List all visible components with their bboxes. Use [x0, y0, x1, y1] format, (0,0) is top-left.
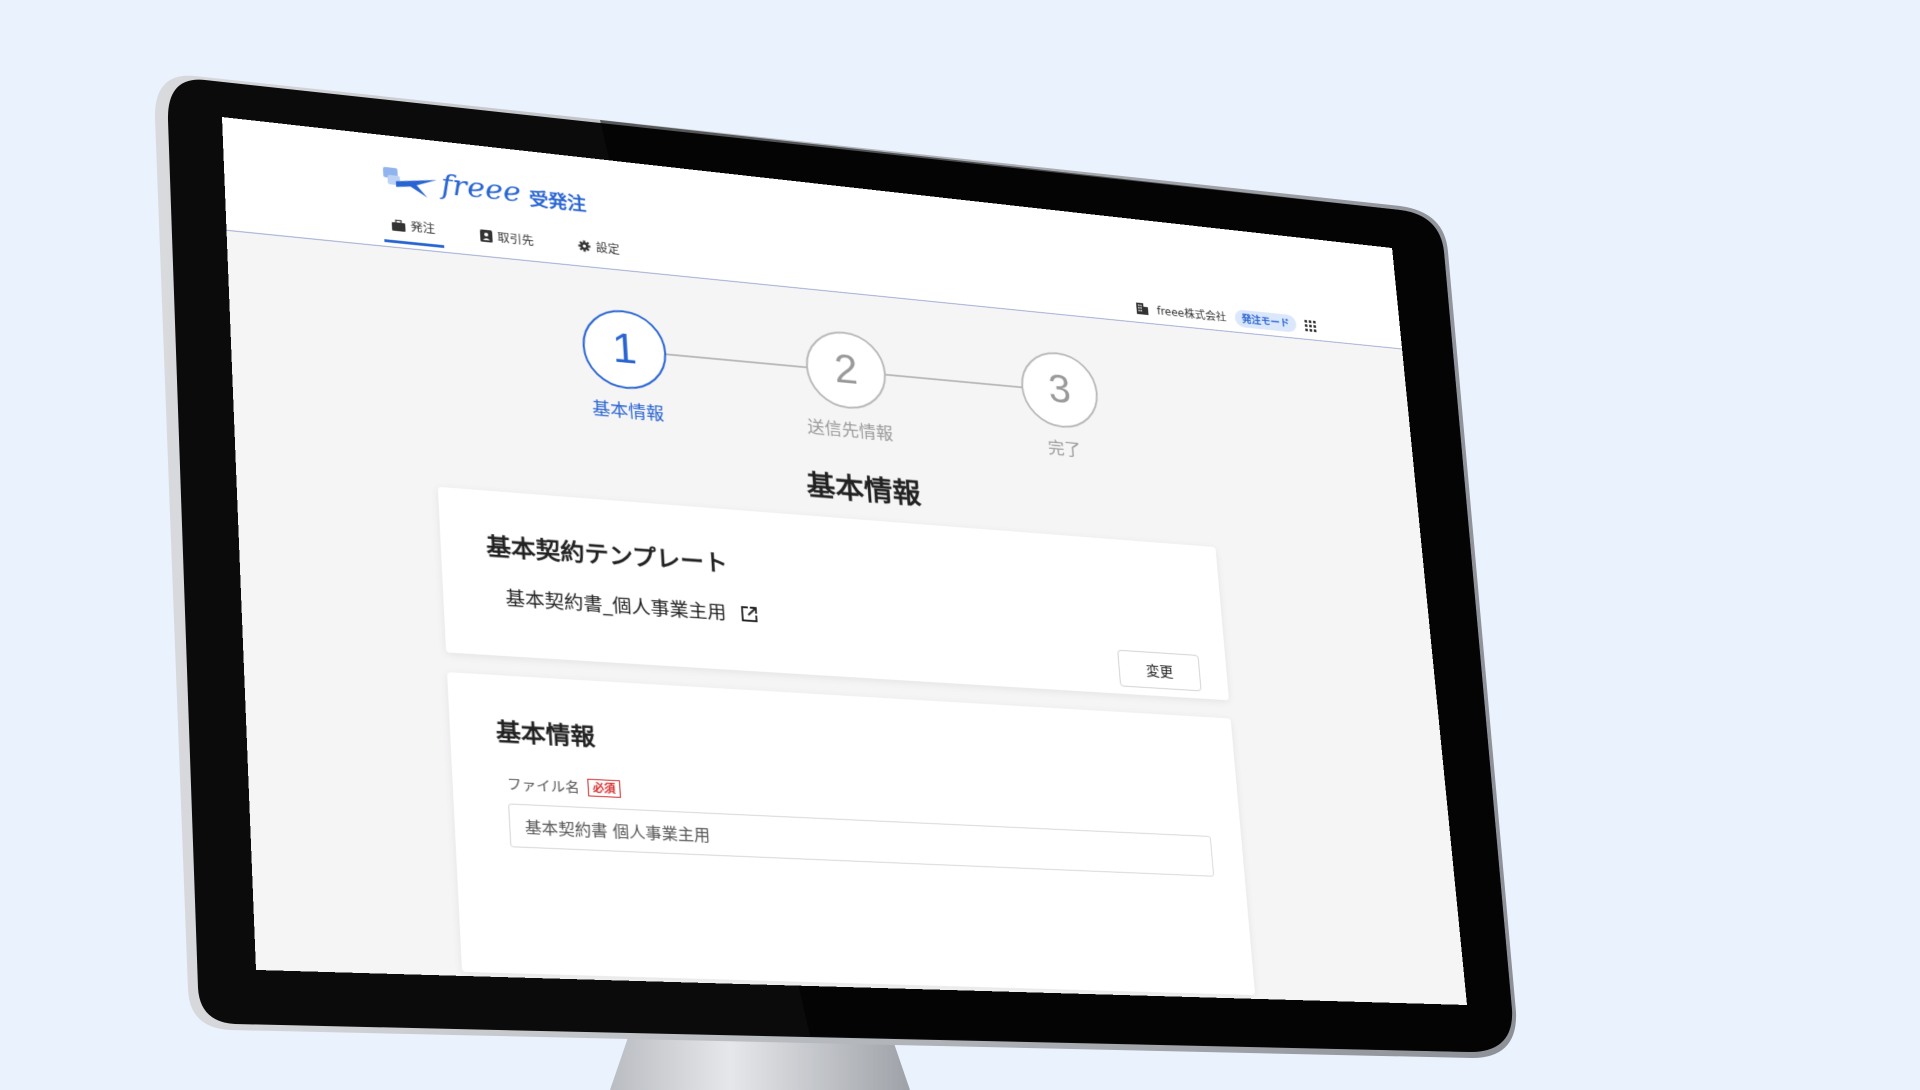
building-icon — [1135, 302, 1149, 315]
brand-name: freee — [440, 167, 522, 210]
mode-badge[interactable]: 発注モード — [1234, 309, 1298, 333]
step-connector — [883, 373, 1024, 389]
change-template-button[interactable]: 変更 — [1117, 649, 1202, 692]
nav-label: 発注 — [410, 220, 436, 236]
step-complete: 3 完了 — [1018, 348, 1103, 463]
template-name[interactable]: 基本契約書_個人事業主用 — [505, 584, 727, 625]
scene: freee 受発注 発注 取引先 設定 freee株式会社 発注モード 1 基本… — [0, 0, 1920, 1090]
step-connector — [662, 353, 809, 369]
main-nav: 発注 取引先 設定 — [383, 215, 628, 266]
basic-info-card-title: 基本情報 — [495, 718, 596, 751]
step-basic-info: 1 基本情報 — [580, 306, 670, 426]
step-number: 1 — [580, 306, 669, 393]
progress-stepper: 1 基本情報 2 送信先情報 3 完了 — [580, 306, 1102, 472]
freee-logo: freee 受発注 — [381, 161, 587, 217]
step-label: 基本情報 — [591, 398, 665, 425]
bird-logo-icon — [382, 166, 438, 199]
file-name-input[interactable]: 基本契約書 個人事業主用 — [508, 803, 1215, 877]
header-right: freee株式会社 発注モード — [1135, 299, 1317, 335]
gear-icon — [578, 239, 592, 252]
product-name: 受発注 — [528, 188, 587, 216]
contact-book-icon — [479, 228, 493, 243]
file-name-label: ファイル名 必須 — [507, 774, 622, 799]
nav-item-settings[interactable]: 設定 — [569, 235, 628, 267]
briefcase-icon — [391, 219, 406, 232]
template-link[interactable]: 基本契約書_個人事業主用 — [505, 584, 759, 627]
file-name-label-text: ファイル名 — [506, 776, 581, 796]
nav-item-partners[interactable]: 取引先 — [472, 225, 543, 258]
step-number: 3 — [1018, 348, 1101, 431]
template-card-title: 基本契約テンプレート — [485, 532, 729, 577]
required-badge: 必須 — [587, 778, 621, 798]
company-name[interactable]: freee株式会社 — [1156, 302, 1227, 324]
external-link-icon[interactable] — [739, 605, 758, 623]
nav-label: 取引先 — [497, 230, 535, 248]
app-screen: freee 受発注 発注 取引先 設定 freee株式会社 発注モード 1 基本… — [222, 117, 1468, 1006]
nav-label: 設定 — [595, 240, 621, 257]
app-grid-icon[interactable] — [1304, 319, 1317, 332]
basic-info-card: 基本情報 ファイル名 必須 基本契約書 個人事業主用 — [447, 672, 1256, 996]
nav-item-orders[interactable]: 発注 — [383, 215, 445, 249]
step-label: 送信先情報 — [806, 417, 894, 445]
step-label: 完了 — [1047, 438, 1082, 461]
step-recipient-info: 2 送信先情報 — [803, 327, 894, 445]
step-number: 2 — [803, 327, 889, 413]
